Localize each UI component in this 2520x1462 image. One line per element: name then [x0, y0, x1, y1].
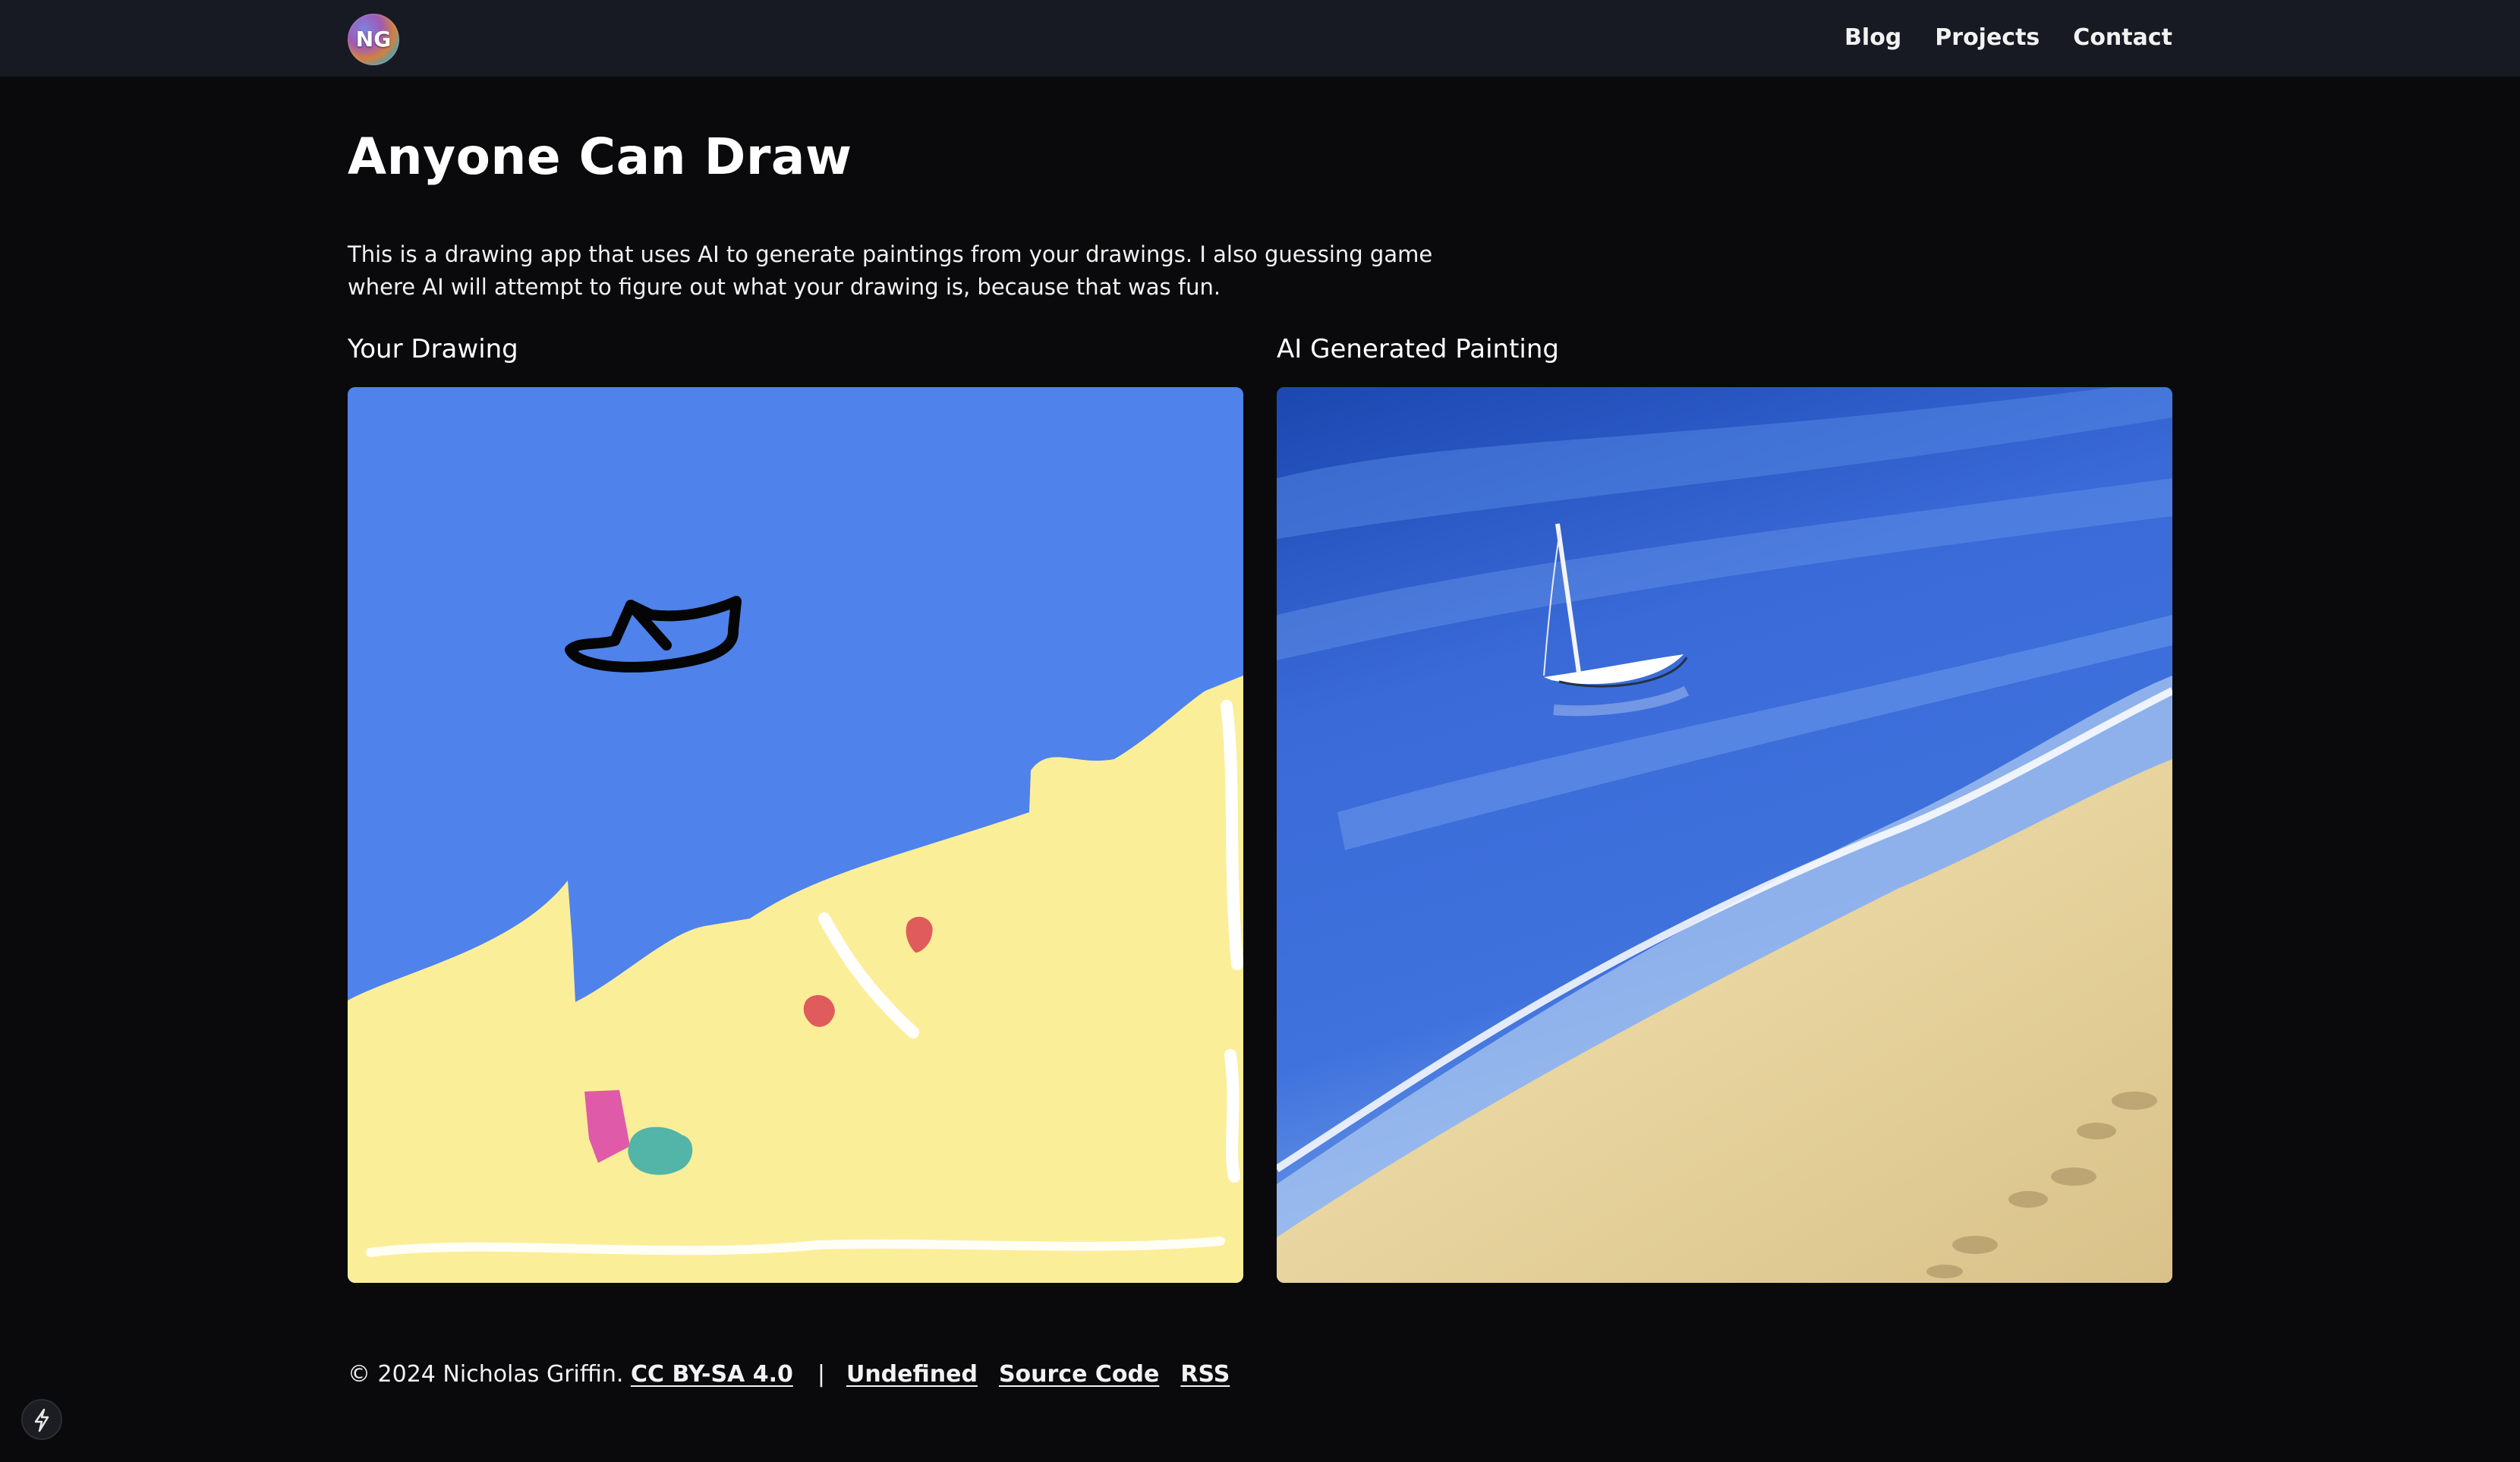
footer-copyright: © 2024 Nicholas Griffin.	[348, 1361, 624, 1388]
lightning-bolt-icon[interactable]	[21, 1399, 62, 1440]
main-nav: Blog Projects Contact	[1844, 24, 2172, 51]
ai-painting-art	[1277, 387, 2172, 1283]
page-title: Anyone Can Draw	[348, 128, 852, 186]
ai-painting-image	[1277, 387, 2172, 1283]
drawing-canvas-art	[348, 387, 1243, 1283]
nav-link-blog[interactable]: Blog	[1844, 24, 1901, 51]
top-navigation-bar: NG Blog Projects Contact	[0, 0, 2520, 77]
footer-separator: |	[817, 1361, 825, 1388]
drawing-canvas[interactable]	[348, 387, 1243, 1283]
footer-license-link[interactable]: CC BY-SA 4.0	[631, 1361, 793, 1388]
logo-initials: NG	[355, 27, 392, 52]
nav-link-contact[interactable]: Contact	[2073, 24, 2172, 51]
nav-link-projects[interactable]: Projects	[1935, 24, 2040, 51]
drawing-panel-label: Your Drawing	[348, 334, 518, 364]
footer-link-undefined[interactable]: Undefined	[846, 1361, 978, 1388]
footer-link-rss[interactable]: RSS	[1180, 1361, 1230, 1388]
site-logo-avatar[interactable]: NG	[348, 14, 399, 65]
drawn-bottom-foam	[366, 1237, 1225, 1257]
painting-panel-label: AI Generated Painting	[1277, 334, 1559, 364]
footer-link-source-code[interactable]: Source Code	[999, 1361, 1159, 1388]
intro-paragraph: This is a drawing app that uses AI to ge…	[348, 241, 1433, 300]
site-footer: © 2024 Nicholas Griffin. CC BY-SA 4.0 | …	[348, 1361, 1230, 1388]
